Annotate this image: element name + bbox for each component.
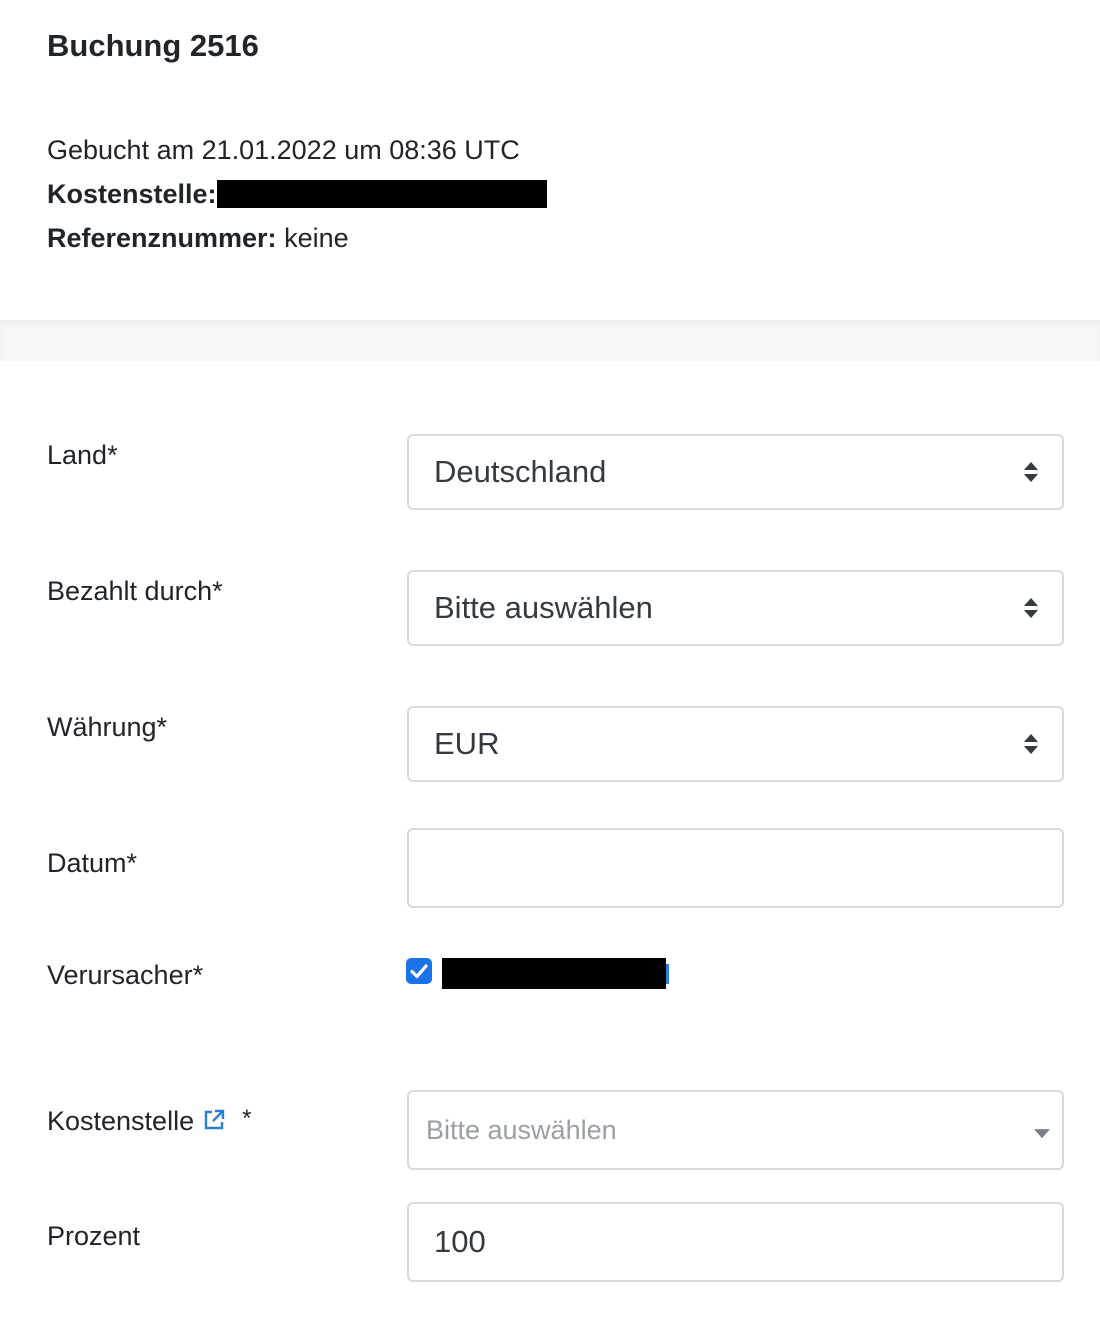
section-separator	[0, 320, 1100, 361]
originator-name-edge	[666, 964, 669, 984]
required-mark: *	[242, 1105, 252, 1132]
originator-checkbox[interactable]	[406, 958, 432, 984]
reference-label: Referenznummer:	[47, 223, 277, 253]
paid-by-select[interactable]: Bitte auswählen	[407, 570, 1064, 646]
paid-by-label: Bezahlt durch*	[47, 576, 223, 606]
redacted-cost-center	[216, 179, 547, 208]
cost-center-line: Kostenstelle:	[47, 177, 547, 211]
redacted-originator-name	[442, 958, 666, 989]
reference-line: Referenznummer: keine	[47, 221, 349, 255]
currency-label: Währung*	[47, 712, 168, 742]
cost-center-field-label-text: Kostenstelle	[47, 1106, 195, 1136]
currency-select[interactable]: EUR	[407, 706, 1064, 782]
cost-center-label: Kostenstelle:	[47, 179, 217, 209]
date-input[interactable]	[407, 828, 1064, 908]
cost-center-select[interactable]: Bitte auswählen	[407, 1090, 1064, 1170]
country-label: Land*	[47, 440, 118, 470]
booking-header-card: Buchung 2516 Gebucht am 21.01.2022 um 08…	[0, 0, 1100, 320]
cost-center-field-label: Kostenstelle *	[47, 1105, 251, 1139]
external-link-icon[interactable]	[202, 1108, 226, 1139]
chevron-down-icon	[1034, 1129, 1050, 1139]
currency-select-value: EUR	[434, 726, 500, 761]
reference-value: keine	[284, 223, 349, 253]
percent-input-value: 100	[434, 1224, 486, 1259]
percent-input[interactable]: 100	[407, 1202, 1064, 1282]
country-select-value: Deutschland	[434, 454, 607, 489]
updown-arrows-icon	[1024, 598, 1038, 618]
cost-center-select-placeholder: Bitte auswählen	[426, 1114, 617, 1145]
check-icon	[410, 964, 428, 979]
updown-arrows-icon	[1024, 462, 1038, 482]
page-title: Buchung 2516	[47, 28, 259, 63]
updown-arrows-icon	[1024, 734, 1038, 754]
percent-label: Prozent	[47, 1221, 141, 1251]
booked-at-line: Gebucht am 21.01.2022 um 08:36 UTC	[47, 133, 520, 167]
country-select[interactable]: Deutschland	[407, 434, 1064, 510]
date-label: Datum*	[47, 848, 138, 878]
paid-by-select-value: Bitte auswählen	[434, 590, 653, 625]
originator-label: Verursacher*	[47, 960, 204, 990]
booked-at-text: Gebucht am 21.01.2022 um 08:36 UTC	[47, 135, 520, 165]
